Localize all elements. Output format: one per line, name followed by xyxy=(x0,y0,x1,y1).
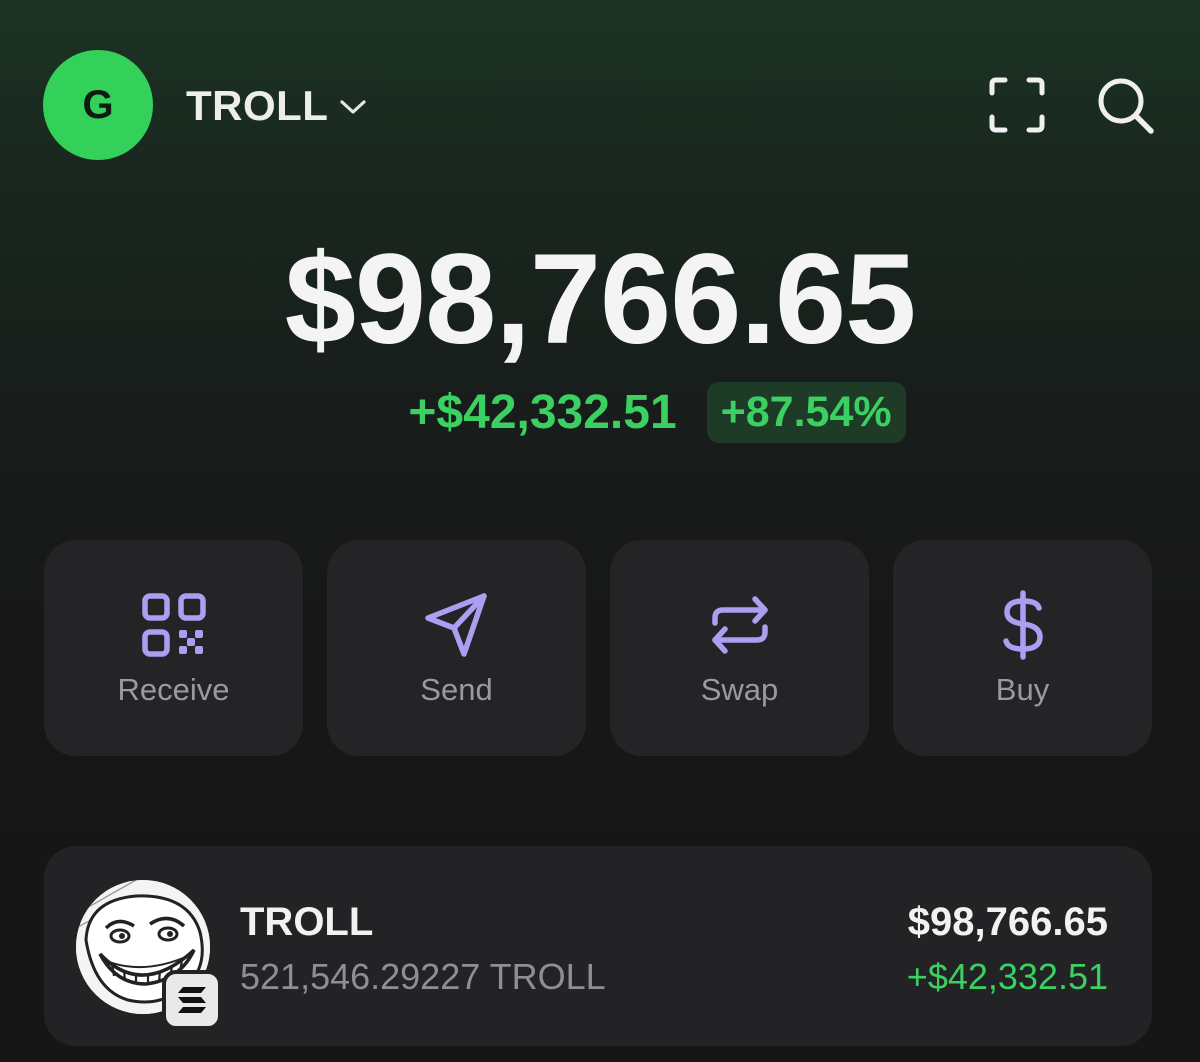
avatar-letter: G xyxy=(82,82,114,127)
account-switcher[interactable]: TROLL xyxy=(186,76,368,136)
search-icon xyxy=(1098,78,1154,134)
balance-change-amount: +$42,332.51 xyxy=(408,386,677,439)
send-arrow-icon xyxy=(424,593,487,657)
scan-icon xyxy=(989,77,1045,133)
total-balance: $98,766.65 xyxy=(284,228,917,371)
swap-arrows-icon xyxy=(711,596,768,654)
qr-code-icon xyxy=(141,593,206,657)
token-value: $98,766.65 xyxy=(907,900,1108,944)
buy-label: Buy xyxy=(995,672,1050,707)
dollar-icon xyxy=(1002,590,1043,660)
token-amount: 521,546.29227 TROLL xyxy=(240,956,606,997)
token-row[interactable]: TROLL 521,546.29227 TROLL $98,766.65 +$4… xyxy=(44,846,1152,1046)
receive-label: Receive xyxy=(117,672,230,707)
account-avatar[interactable]: G xyxy=(43,50,153,160)
search-button[interactable] xyxy=(1096,76,1156,136)
quick-actions: Receive Send Swap Buy xyxy=(44,540,1152,756)
send-button[interactable]: Send xyxy=(327,540,586,756)
scan-button[interactable] xyxy=(988,76,1046,134)
buy-button[interactable]: Buy xyxy=(893,540,1152,756)
send-label: Send xyxy=(420,672,493,707)
solana-icon xyxy=(162,970,222,1030)
account-name: TROLL xyxy=(186,82,329,129)
balance-change-row: +$42,332.51 +87.54% xyxy=(0,382,1200,443)
swap-button[interactable]: Swap xyxy=(610,540,869,756)
token-name: TROLL xyxy=(240,900,374,944)
header: G TROLL xyxy=(0,0,1200,210)
receive-button[interactable]: Receive xyxy=(44,540,303,756)
swap-label: Swap xyxy=(700,672,779,707)
balance-change-percent-badge: +87.54% xyxy=(706,382,906,443)
chevron-down-icon xyxy=(338,92,368,122)
token-change: +$42,332.51 xyxy=(906,956,1108,997)
